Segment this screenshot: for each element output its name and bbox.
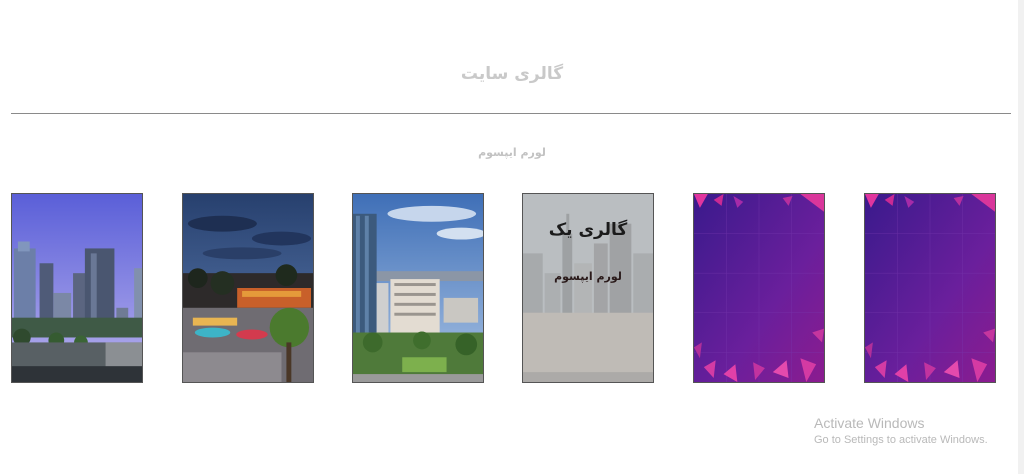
office-park-image bbox=[353, 194, 483, 382]
gallery-subtitle: لورم ایپسوم bbox=[478, 146, 546, 159]
city-skyline-image bbox=[12, 194, 142, 382]
purple-pattern-image bbox=[865, 194, 995, 382]
gallery-card-plaza[interactable] bbox=[182, 193, 314, 383]
plaza-image bbox=[183, 194, 313, 382]
gallery-card-pattern-b[interactable] bbox=[864, 193, 996, 383]
windows-activation-watermark: Activate Windows Go to Settings to activ… bbox=[814, 415, 988, 446]
watermark-title: Activate Windows bbox=[814, 415, 925, 431]
gallery-card-office-park[interactable] bbox=[352, 193, 484, 383]
purple-pattern-image bbox=[694, 194, 824, 382]
gallery-card-city-skyline[interactable] bbox=[11, 193, 143, 383]
card-overlay-title: گالری یک bbox=[548, 220, 628, 240]
watermark-subtitle: Go to Settings to activate Windows. bbox=[814, 434, 988, 446]
divider bbox=[11, 113, 1011, 114]
gallery-card-pattern-a[interactable] bbox=[693, 193, 825, 383]
page-title: گالری سایت bbox=[460, 64, 564, 84]
gallery-card-one[interactable]: گالری یک لورم ایپسوم bbox=[522, 193, 654, 383]
card-overlay: گالری یک لورم ایپسوم bbox=[523, 194, 653, 382]
card-overlay-text: لورم ایپسوم bbox=[554, 270, 622, 283]
